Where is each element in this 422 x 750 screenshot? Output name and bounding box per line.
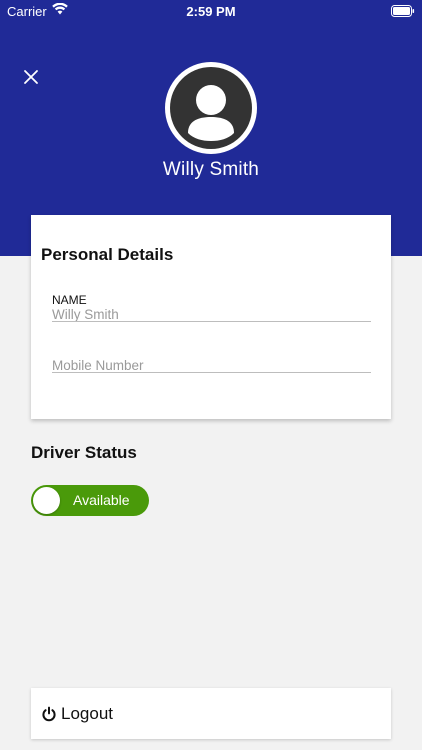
profile-name: Willy Smith (162, 159, 260, 180)
mobile-field-underline (52, 372, 371, 373)
user-avatar-icon (170, 67, 252, 149)
mobile-number-field[interactable] (52, 357, 371, 373)
name-field-underline (52, 321, 371, 322)
toggle-label: Available (73, 492, 130, 508)
battery-icon (391, 5, 415, 20)
driver-status-toggle[interactable]: Available (31, 485, 149, 516)
status-bar: Carrier 2:59 PM (0, 0, 422, 22)
personal-details-card: Personal Details NAME Willy Smith (31, 215, 391, 419)
close-icon[interactable] (21, 67, 41, 87)
logout-label: Logout (61, 704, 113, 723)
name-label: NAME (52, 293, 87, 307)
power-icon (41, 706, 57, 722)
toggle-knob (33, 487, 60, 514)
driver-status-title: Driver Status (31, 443, 137, 462)
status-time: 2:59 PM (186, 4, 236, 19)
personal-details-title: Personal Details (41, 245, 174, 264)
avatar[interactable] (165, 62, 257, 154)
logout-button[interactable]: Logout (31, 688, 391, 739)
